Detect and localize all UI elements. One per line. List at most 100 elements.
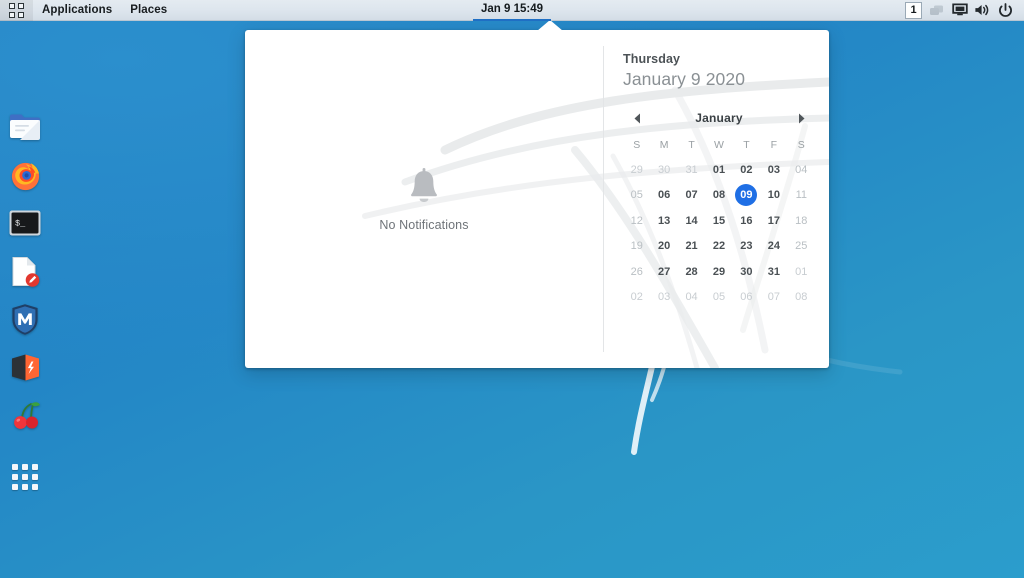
calendar-weekday-header-1: M [650, 139, 677, 151]
terminal-icon[interactable]: $_ [8, 206, 42, 240]
calendar-day[interactable]: 11 [788, 183, 815, 209]
chevron-right-icon[interactable] [793, 110, 809, 126]
notifications-section: No Notifications [245, 30, 603, 368]
calendar-day[interactable]: 15 [705, 208, 732, 234]
show-applications-icon[interactable] [8, 460, 42, 494]
calendar-day-label: 09 [735, 184, 757, 206]
apps-grid-glyph [12, 464, 38, 490]
calendar-day-label: 18 [790, 210, 812, 232]
calendar-day-label: 12 [626, 210, 648, 232]
calendar-weekday-header-0: S [623, 139, 650, 151]
menu-places[interactable]: Places [121, 0, 176, 21]
burpsuite-icon[interactable] [8, 350, 42, 384]
cherrytree-icon[interactable] [8, 398, 42, 432]
calendar-day[interactable]: 29 [623, 157, 650, 183]
calendar-day-label: 08 [708, 184, 730, 206]
calendar-day[interactable]: 05 [623, 183, 650, 209]
calendar-day-label: 26 [626, 261, 648, 283]
display-icon[interactable] [948, 0, 971, 21]
calendar-day-label: 31 [763, 261, 785, 283]
metasploit-icon[interactable] [8, 302, 42, 336]
calendar-day-label: 30 [653, 159, 675, 181]
calendar-day-label: 24 [763, 235, 785, 257]
applications-grid-button[interactable] [0, 0, 33, 21]
calendar-day[interactable]: 03 [760, 157, 787, 183]
calendar-day[interactable]: 24 [760, 234, 787, 260]
bell-icon [406, 167, 442, 209]
calendar-day[interactable]: 16 [733, 208, 760, 234]
calendar-day[interactable]: 13 [650, 208, 677, 234]
calendar-month-label[interactable]: January [695, 111, 742, 125]
calendar-day[interactable]: 26 [623, 259, 650, 285]
calendar-day-label: 07 [681, 184, 703, 206]
applications-grid-icon [9, 3, 24, 18]
calendar-day[interactable]: 21 [678, 234, 705, 260]
workspace-indicator-1[interactable]: 1 [905, 2, 922, 19]
calendar-day[interactable]: 25 [788, 234, 815, 260]
calendar-weekday-header-5: F [760, 139, 787, 151]
power-icon[interactable] [994, 0, 1017, 21]
calendar-day[interactable]: 07 [760, 285, 787, 311]
calendar-day[interactable]: 03 [650, 285, 677, 311]
calendar-day[interactable]: 12 [623, 208, 650, 234]
keyboard-layout-icon[interactable] [925, 0, 948, 21]
calendar-day[interactable]: 28 [678, 259, 705, 285]
menu-applications[interactable]: Applications [33, 0, 121, 21]
calendar-day[interactable]: 22 [705, 234, 732, 260]
calendar-day[interactable]: 18 [788, 208, 815, 234]
calendar-day-label: 14 [681, 210, 703, 232]
calendar-day[interactable]: 29 [705, 259, 732, 285]
calendar-day-label: 28 [681, 261, 703, 283]
applications-menu-label: Applications [42, 4, 112, 16]
calendar-day-label: 02 [735, 159, 757, 181]
calendar-day-today[interactable]: 09 [733, 183, 760, 209]
calendar-notification-panel: No Notifications Thursday January 9 2020… [245, 30, 829, 368]
panel-pointer-triangle [537, 20, 563, 31]
calendar-day[interactable]: 06 [733, 285, 760, 311]
calendar-full-date-label: January 9 2020 [623, 69, 815, 90]
calendar-day[interactable]: 08 [705, 183, 732, 209]
calendar-day[interactable]: 01 [705, 157, 732, 183]
firefox-icon[interactable] [8, 158, 42, 192]
calendar-day[interactable]: 04 [678, 285, 705, 311]
calendar-day[interactable]: 30 [650, 157, 677, 183]
calendar-day[interactable]: 31 [678, 157, 705, 183]
calendar-day[interactable]: 17 [760, 208, 787, 234]
calendar-day[interactable]: 27 [650, 259, 677, 285]
calendar-day[interactable]: 30 [733, 259, 760, 285]
calendar-day-label: 31 [681, 159, 703, 181]
calendar-day[interactable]: 07 [678, 183, 705, 209]
calendar-day[interactable]: 02 [623, 285, 650, 311]
calendar-weekday-headers: SMTWTFS [623, 139, 815, 151]
calendar-day[interactable]: 01 [788, 259, 815, 285]
calendar-day-label: 17 [763, 210, 785, 232]
calendar-day-label: 04 [790, 159, 812, 181]
clock-button[interactable]: Jan 9 15:49 [473, 0, 551, 21]
desktop: Applications Places Jan 9 15:49 1 [0, 0, 1024, 578]
calendar-day-label: 01 [790, 261, 812, 283]
calendar-day[interactable]: 14 [678, 208, 705, 234]
calendar-day-label: 05 [708, 286, 730, 308]
calendar-weekday-header-2: T [678, 139, 705, 151]
file-manager-icon[interactable] [8, 110, 42, 144]
calendar-day[interactable]: 19 [623, 234, 650, 260]
volume-icon[interactable] [971, 0, 994, 21]
calendar-day[interactable]: 08 [788, 285, 815, 311]
calendar-day-label: 25 [790, 235, 812, 257]
calendar-day-label: 02 [626, 286, 648, 308]
calendar-day[interactable]: 05 [705, 285, 732, 311]
calendar-day[interactable]: 20 [650, 234, 677, 260]
calendar-day[interactable]: 23 [733, 234, 760, 260]
calendar-day[interactable]: 02 [733, 157, 760, 183]
chevron-left-icon[interactable] [629, 110, 645, 126]
calendar-day[interactable]: 06 [650, 183, 677, 209]
calendar-day[interactable]: 10 [760, 183, 787, 209]
calendar-day[interactable]: 04 [788, 157, 815, 183]
text-editor-icon[interactable] [8, 254, 42, 288]
calendar-day-label: 05 [626, 184, 648, 206]
workspace-pager[interactable]: 1 [902, 0, 925, 21]
calendar-day[interactable]: 31 [760, 259, 787, 285]
calendar-day-label: 01 [708, 159, 730, 181]
calendar-day-label: 10 [763, 184, 785, 206]
calendar-day-label: 19 [626, 235, 648, 257]
